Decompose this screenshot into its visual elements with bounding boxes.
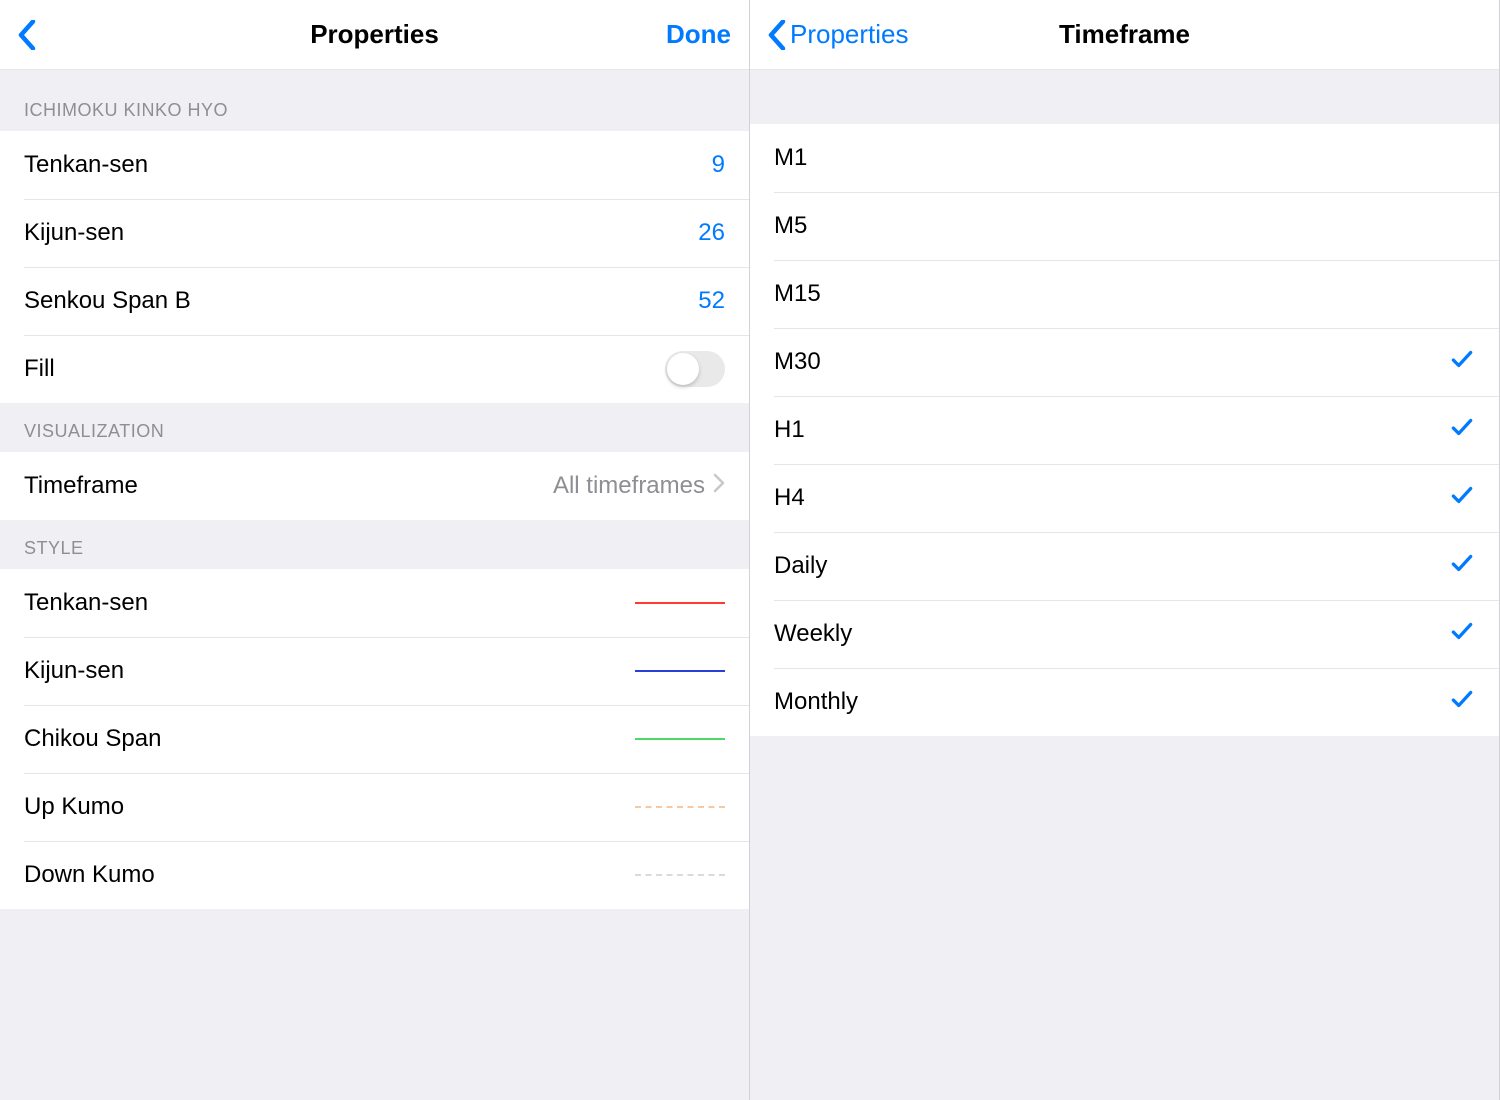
chevron-left-icon: [768, 20, 786, 50]
back-button[interactable]: [18, 20, 36, 50]
row-value-wrap: All timeframes: [553, 472, 725, 500]
chevron-right-icon: [713, 472, 725, 500]
timeframe-pane: Properties Timeframe M1 M5 M15 M30: [750, 0, 1500, 1100]
switch-knob: [667, 353, 699, 385]
row-label: M30: [774, 348, 821, 376]
done-button[interactable]: Done: [666, 19, 731, 50]
row-h4[interactable]: H4: [750, 464, 1499, 532]
visualization-group: Timeframe All timeframes: [0, 452, 749, 520]
checkmark-icon: [1449, 346, 1475, 379]
row-style-upkumo[interactable]: Up Kumo: [0, 773, 749, 841]
row-fill[interactable]: Fill: [0, 335, 749, 403]
row-label: M15: [774, 280, 821, 308]
line-sample: [635, 874, 725, 876]
checkmark-icon: [1449, 482, 1475, 515]
row-m1[interactable]: M1: [750, 124, 1499, 192]
row-monthly[interactable]: Monthly: [750, 668, 1499, 736]
checkmark-icon: [1449, 618, 1475, 651]
fill-switch[interactable]: [665, 351, 725, 387]
checkmark-icon: [1449, 686, 1475, 719]
line-sample: [635, 738, 725, 740]
timeframe-body: M1 M5 M15 M30 H1 H4: [750, 70, 1499, 1100]
ichimoku-group: Tenkan-sen 9 Kijun-sen 26 Senkou Span B …: [0, 131, 749, 403]
row-weekly[interactable]: Weekly: [750, 600, 1499, 668]
row-label: Up Kumo: [24, 793, 124, 821]
row-style-kijun[interactable]: Kijun-sen: [0, 637, 749, 705]
row-style-tenkan[interactable]: Tenkan-sen: [0, 569, 749, 637]
row-label: H1: [774, 416, 805, 444]
row-value: 9: [712, 151, 725, 179]
back-label: Properties: [790, 19, 909, 50]
row-label: M1: [774, 144, 807, 172]
section-header-ichimoku: ICHIMOKU KINKO HYO: [0, 70, 749, 131]
checkmark-icon: [1449, 414, 1475, 447]
row-label: Senkou Span B: [24, 287, 191, 315]
row-m30[interactable]: M30: [750, 328, 1499, 396]
row-h1[interactable]: H1: [750, 396, 1499, 464]
row-senkou-span-b[interactable]: Senkou Span B 52: [0, 267, 749, 335]
row-style-chikou[interactable]: Chikou Span: [0, 705, 749, 773]
row-kijun-sen[interactable]: Kijun-sen 26: [0, 199, 749, 267]
row-label: Kijun-sen: [24, 219, 124, 247]
row-tenkan-sen[interactable]: Tenkan-sen 9: [0, 131, 749, 199]
section-header-visualization: VISUALIZATION: [0, 403, 749, 452]
row-label: Daily: [774, 552, 827, 580]
properties-body: ICHIMOKU KINKO HYO Tenkan-sen 9 Kijun-se…: [0, 70, 749, 1100]
timeframe-group: M1 M5 M15 M30 H1 H4: [750, 124, 1499, 736]
row-label: Down Kumo: [24, 861, 155, 889]
timeframe-navbar: Properties Timeframe: [750, 0, 1499, 70]
section-spacer: [750, 70, 1499, 124]
row-label: Weekly: [774, 620, 852, 648]
row-label: Monthly: [774, 688, 858, 716]
row-label: H4: [774, 484, 805, 512]
row-label: Tenkan-sen: [24, 151, 148, 179]
chevron-left-icon: [18, 20, 36, 50]
line-sample: [635, 806, 725, 808]
row-timeframe[interactable]: Timeframe All timeframes: [0, 452, 749, 520]
style-group: Tenkan-sen Kijun-sen Chikou Span Up Kumo…: [0, 569, 749, 909]
row-label: Fill: [24, 355, 55, 383]
row-style-downkumo[interactable]: Down Kumo: [0, 841, 749, 909]
row-label: Tenkan-sen: [24, 589, 148, 617]
row-m5[interactable]: M5: [750, 192, 1499, 260]
row-label: Kijun-sen: [24, 657, 124, 685]
checkmark-icon: [1449, 550, 1475, 583]
back-button[interactable]: Properties: [768, 19, 909, 50]
row-value: 26: [698, 219, 725, 247]
row-label: Timeframe: [24, 472, 138, 500]
properties-pane: Properties Done ICHIMOKU KINKO HYO Tenka…: [0, 0, 750, 1100]
line-sample: [635, 670, 725, 672]
section-header-style: STYLE: [0, 520, 749, 569]
row-value: 52: [698, 287, 725, 315]
row-m15[interactable]: M15: [750, 260, 1499, 328]
line-sample: [635, 602, 725, 604]
row-value: All timeframes: [553, 472, 705, 500]
properties-navbar: Properties Done: [0, 0, 749, 70]
row-label: M5: [774, 212, 807, 240]
row-label: Chikou Span: [24, 725, 161, 753]
row-daily[interactable]: Daily: [750, 532, 1499, 600]
